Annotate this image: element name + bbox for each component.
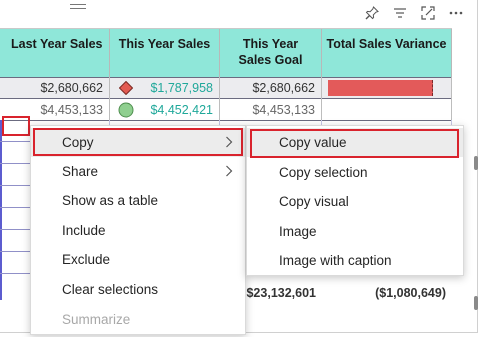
pin-icon[interactable] xyxy=(362,3,382,23)
menu-item-label: Show as a table xyxy=(62,193,159,208)
submenu-item-label: Image with caption xyxy=(279,253,392,268)
variance-bar xyxy=(328,80,433,96)
menu-item-label: Clear selections xyxy=(62,282,159,297)
cell-total-sales-variance[interactable] xyxy=(322,98,452,121)
submenu-item-label: Copy visual xyxy=(279,194,349,209)
total-sales-variance: ($1,080,649) xyxy=(375,286,446,300)
column-header-total-sales-variance[interactable]: Total Sales Variance xyxy=(322,29,452,77)
table-row[interactable]: $4,453,133 $4,452,421 $4,453,133 xyxy=(0,98,452,121)
resize-handle-icon[interactable] xyxy=(474,156,478,170)
cell-value: $1,787,958 xyxy=(150,81,213,95)
context-menu: Copy Share Show as a table Include Exclu… xyxy=(30,125,246,335)
column-header-last-year-sales[interactable]: Last Year Sales xyxy=(0,29,110,77)
menu-item-label: Exclude xyxy=(62,252,111,267)
cell-value: $4,452,421 xyxy=(150,102,213,117)
chevron-right-icon xyxy=(226,165,233,177)
column-header-line: This Year xyxy=(242,37,299,51)
cell-total-sales-variance[interactable] xyxy=(322,77,452,99)
menu-item-highlight xyxy=(33,128,243,156)
menu-item-exclude[interactable]: Exclude xyxy=(31,245,245,274)
menu-item-include[interactable]: Include xyxy=(31,216,245,245)
column-header-this-year-sales[interactable]: This Year Sales xyxy=(110,29,220,77)
cell-last-year-sales[interactable]: $2,680,662 xyxy=(0,77,110,99)
copy-submenu: Copy value Copy selection Copy visual Im… xyxy=(246,125,464,276)
menu-item-show-as-table[interactable]: Show as a table xyxy=(31,186,245,215)
menu-item-label: Summarize xyxy=(62,312,131,327)
circle-indicator-icon xyxy=(118,102,134,117)
submenu-item-copy-visual[interactable]: Copy visual xyxy=(247,187,463,216)
menu-item-label: Include xyxy=(62,223,106,238)
submenu-item-label: Copy selection xyxy=(279,165,368,180)
visual-header-icons xyxy=(362,3,466,23)
focus-mode-icon[interactable] xyxy=(418,3,438,23)
submenu-item-label: Image xyxy=(279,224,317,239)
submenu-item-copy-selection[interactable]: Copy selection xyxy=(247,158,463,187)
cell-this-year-sales[interactable]: $1,787,958 xyxy=(110,77,220,99)
more-options-icon[interactable] xyxy=(446,3,466,23)
data-table: Last Year Sales This Year Sales This Yea… xyxy=(0,28,452,121)
table-row[interactable]: $2,680,662 $1,787,958 $2,680,662 xyxy=(0,77,452,99)
cell-this-year-sales-goal[interactable]: $4,453,133 xyxy=(220,98,322,121)
menu-item-share[interactable]: Share xyxy=(31,157,245,186)
table-header: Last Year Sales This Year Sales This Yea… xyxy=(0,28,452,77)
column-header-line: Sales Goal xyxy=(238,53,303,67)
resize-handle-icon[interactable] xyxy=(474,296,478,310)
filter-icon[interactable] xyxy=(390,3,410,23)
drag-grip-icon[interactable] xyxy=(70,4,86,13)
menu-item-clear-selections[interactable]: Clear selections xyxy=(31,275,245,304)
selected-cell-highlight xyxy=(2,116,30,136)
menu-item-label: Share xyxy=(62,164,99,179)
submenu-item-image[interactable]: Image xyxy=(247,217,463,246)
cell-this-year-sales[interactable]: $4,452,421 xyxy=(110,98,220,121)
cell-this-year-sales-goal[interactable]: $2,680,662 xyxy=(220,77,322,99)
submenu-item-image-with-caption[interactable]: Image with caption xyxy=(247,246,463,275)
diamond-indicator-icon xyxy=(119,81,133,95)
menu-item-summarize: Summarize xyxy=(31,305,245,334)
submenu-item-highlight xyxy=(250,129,459,158)
column-header-this-year-sales-goal[interactable]: This Year Sales Goal xyxy=(220,29,322,77)
